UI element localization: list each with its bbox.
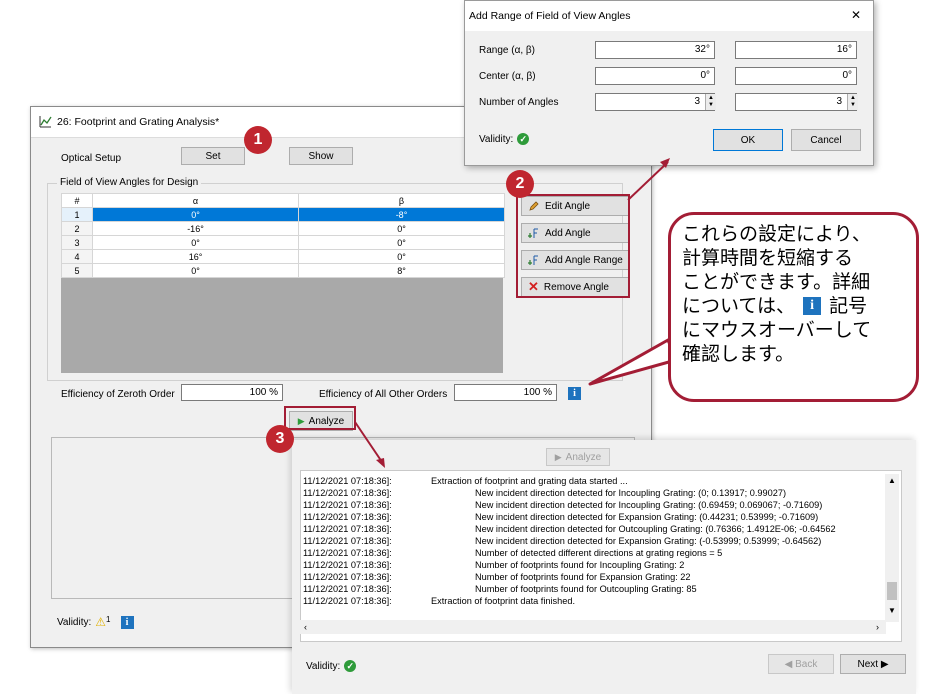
callout-line: については、 i 記号 [682, 294, 914, 318]
callout-line: にマウスオーバーして [682, 319, 872, 341]
callout-line: これらの設定により、 [682, 223, 871, 245]
callout-text: これらの設定により、 計算時間を短縮する ことができます。詳細 については、 i… [682, 222, 914, 366]
callout-line-part: については、 [682, 295, 796, 317]
callout-line: ことができます。詳細 [682, 271, 871, 293]
info-icon: i [803, 297, 822, 315]
step-badge-1: 1 [244, 126, 272, 154]
step-badge-3: 3 [266, 425, 294, 453]
callout-line-part: 記号 [829, 295, 868, 317]
highlight-analyze [284, 406, 356, 430]
callout-line: 確認します。 [682, 343, 795, 365]
step-badge-2: 2 [506, 170, 534, 198]
callout-line: 計算時間を短縮する [682, 247, 854, 269]
highlight-side-buttons [516, 194, 630, 298]
